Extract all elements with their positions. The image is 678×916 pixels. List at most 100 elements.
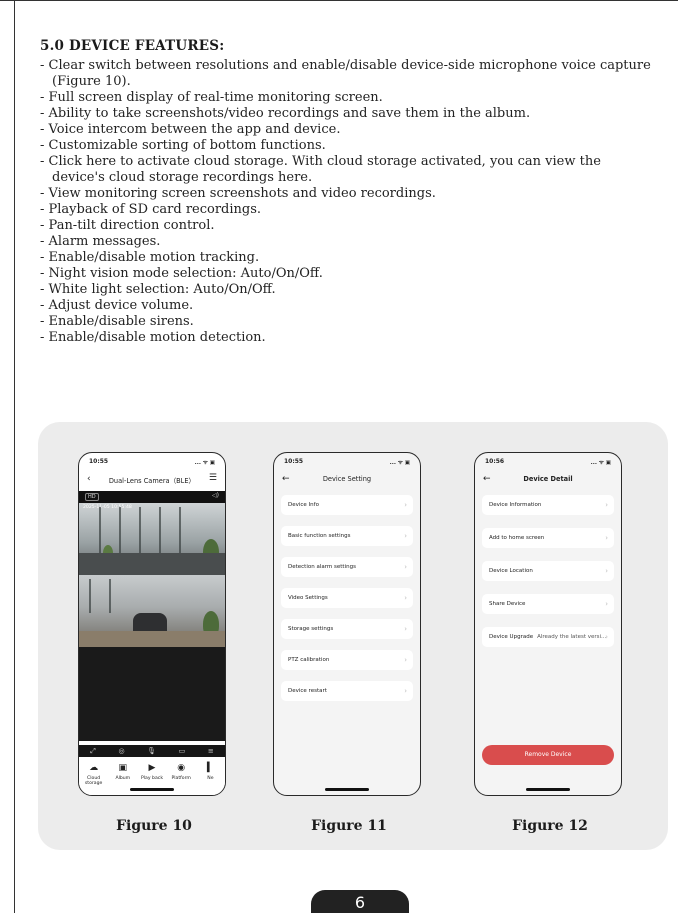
microphone-icon[interactable]: 🎙 xyxy=(147,747,156,755)
remove-device-button[interactable]: Remove Device xyxy=(482,745,614,765)
feature-item: - View monitoring screen screenshots and… xyxy=(40,186,436,201)
tab-label: Ne xyxy=(207,776,214,781)
menu-item-label: Storage settings xyxy=(288,626,334,632)
signal-battery-icon: ... ᯤ ▣ xyxy=(389,460,410,466)
chevron-right-icon: › xyxy=(605,600,608,608)
menu-icon[interactable]: ☰ xyxy=(209,473,217,483)
menu-item-device-restart[interactable]: Device restart › xyxy=(281,681,413,701)
record-video-icon[interactable]: ▭ xyxy=(179,747,186,755)
figure-12-caption: Figure 12 xyxy=(512,818,588,834)
menu-item-label: Video Settings xyxy=(288,595,328,601)
menu-item-detection-alarm-settings[interactable]: Detection alarm settings › xyxy=(281,557,413,577)
camera-title: Dual-Lens Camera（BLE） xyxy=(108,477,196,485)
desk-image xyxy=(79,553,225,575)
camera-view-1[interactable]: 2025-11-05 10:55:48 xyxy=(79,503,225,575)
back-arrow-icon[interactable]: ‹ xyxy=(87,474,91,484)
more-icon: ▍ xyxy=(206,763,214,773)
fullscreen-icon[interactable]: ⤢ xyxy=(90,747,96,756)
nav-bar: ‹ Dual-Lens Camera（BLE） ☰ xyxy=(79,473,225,489)
menu-item-label: Device Upgrade xyxy=(489,634,534,640)
album-icon: ▣ xyxy=(118,763,128,773)
chevron-right-icon: › xyxy=(605,633,608,641)
chevron-right-icon: › xyxy=(404,625,407,633)
camera-view-2[interactable] xyxy=(79,575,225,647)
feature-item: - Night vision mode selection: Auto/On/O… xyxy=(40,266,323,281)
back-arrow-icon[interactable]: ← xyxy=(483,474,491,484)
platform-icon: ◉ xyxy=(177,763,186,773)
tab-label: Play back xyxy=(141,776,163,781)
video-toolbar: HD ◁) xyxy=(79,491,225,503)
feature-item: - Alarm messages. xyxy=(40,234,161,249)
chevron-right-icon: › xyxy=(404,656,407,664)
feature-item: - Ability to take screenshots/video reco… xyxy=(40,106,531,121)
control-icons: ⤢ ◎ 🎙 ▭ ≡ xyxy=(79,745,225,757)
features-section: 5.0 DEVICE FEATURES: - Clear switch betw… xyxy=(40,38,670,346)
feature-item: - White light selection: Auto/On/Off. xyxy=(40,282,276,297)
menu-item-label: Basic function settings xyxy=(288,533,351,539)
tab-cloud-storage[interactable]: ☁ Cloud storage xyxy=(79,759,108,795)
signal-battery-icon: ... ᯤ ▣ xyxy=(590,460,611,466)
status-bar: 10:55 ... ᯤ ▣ xyxy=(89,458,215,468)
feature-item: - Adjust device volume. xyxy=(40,298,194,313)
floor-image xyxy=(79,631,225,647)
menu-item-share-device[interactable]: Share Device › xyxy=(482,594,614,614)
chevron-right-icon: › xyxy=(605,534,608,542)
menu-item-device-info[interactable]: Device Info › xyxy=(281,495,413,515)
status-time: 10:56 xyxy=(485,458,505,465)
menu-item-label: Add to home screen xyxy=(489,535,545,541)
tab-label: Platform xyxy=(171,776,191,781)
menu-item-label: Device Information xyxy=(489,502,542,508)
menu-item-add-to-home-screen[interactable]: Add to home screen › xyxy=(482,528,614,548)
feature-item: - Customizable sorting of bottom functio… xyxy=(40,138,326,153)
status-bar: 10:56 ... ᯤ ▣ xyxy=(485,458,611,468)
chevron-right-icon: › xyxy=(605,501,608,509)
tab-more[interactable]: ▍ Ne xyxy=(196,759,225,795)
chevron-right-icon: › xyxy=(605,567,608,575)
sort-functions-icon[interactable]: ≡ xyxy=(208,747,214,755)
speaker-icon[interactable]: ◁) xyxy=(212,492,219,499)
nav-bar: ← Device Detail xyxy=(475,474,621,489)
back-arrow-icon[interactable]: ← xyxy=(282,474,290,484)
feature-item: - Enable/disable motion detection. xyxy=(40,330,266,345)
feature-item: - Pan-tilt direction control. xyxy=(40,218,215,233)
chevron-right-icon: › xyxy=(404,687,407,695)
home-indicator xyxy=(130,788,174,791)
menu-item-basic-function-settings[interactable]: Basic function settings › xyxy=(281,526,413,546)
menu-item-label: Device Info xyxy=(288,502,319,508)
feature-item: - Enable/disable motion tracking. xyxy=(40,250,260,265)
status-time: 10:55 xyxy=(89,458,109,465)
hd-toggle-button[interactable]: HD xyxy=(85,493,99,501)
chevron-right-icon: › xyxy=(404,594,407,602)
menu-item-label: Share Device xyxy=(489,601,526,607)
upgrade-status: Already the latest versi... xyxy=(537,634,607,640)
menu-item-storage-settings[interactable]: Storage settings › xyxy=(281,619,413,639)
menu-item-device-information[interactable]: Device Information › xyxy=(482,495,614,515)
camera-snapshot-icon[interactable]: ◎ xyxy=(118,747,124,755)
menu-item-label: Device Location xyxy=(489,568,533,574)
status-time: 10:55 xyxy=(284,458,304,465)
menu-item-device-location[interactable]: Device Location › xyxy=(482,561,614,581)
figure-12-phone: 10:56 ... ᯤ ▣ ← Device Detail Device Inf… xyxy=(474,452,622,796)
ptz-area xyxy=(79,647,225,741)
figure-11-caption: Figure 11 xyxy=(311,818,387,834)
page-left-rule xyxy=(14,0,15,913)
status-bar: 10:55 ... ᯤ ▣ xyxy=(284,458,410,468)
nav-bar: ← Device Setting xyxy=(274,474,420,489)
signal-battery-icon: ... ᯤ ▣ xyxy=(194,460,215,466)
feature-item: - Clear switch between resolutions and e… xyxy=(40,58,651,89)
video-timestamp: 2025-11-05 10:55:48 xyxy=(83,505,132,510)
feature-item: - Playback of SD card recordings. xyxy=(40,202,262,217)
section-heading: 5.0 DEVICE FEATURES: xyxy=(40,38,225,54)
feature-item: - Click here to activate cloud storage. … xyxy=(40,154,601,185)
playback-icon: ▶ xyxy=(148,763,156,773)
menu-item-ptz-calibration[interactable]: PTZ calibration › xyxy=(281,650,413,670)
feature-item: - Enable/disable sirens. xyxy=(40,314,194,329)
tab-label: Cloud storage xyxy=(84,776,103,786)
cloud-icon: ☁ xyxy=(89,763,99,773)
page-title: Device Detail xyxy=(523,475,573,483)
feature-item: - Voice intercom between the app and dev… xyxy=(40,122,341,137)
menu-item-video-settings[interactable]: Video Settings › xyxy=(281,588,413,608)
chevron-right-icon: › xyxy=(404,563,407,571)
menu-item-device-upgrade[interactable]: Device Upgrade Already the latest versi..… xyxy=(482,627,614,647)
feature-list: - Clear switch between resolutions and e… xyxy=(40,58,670,346)
